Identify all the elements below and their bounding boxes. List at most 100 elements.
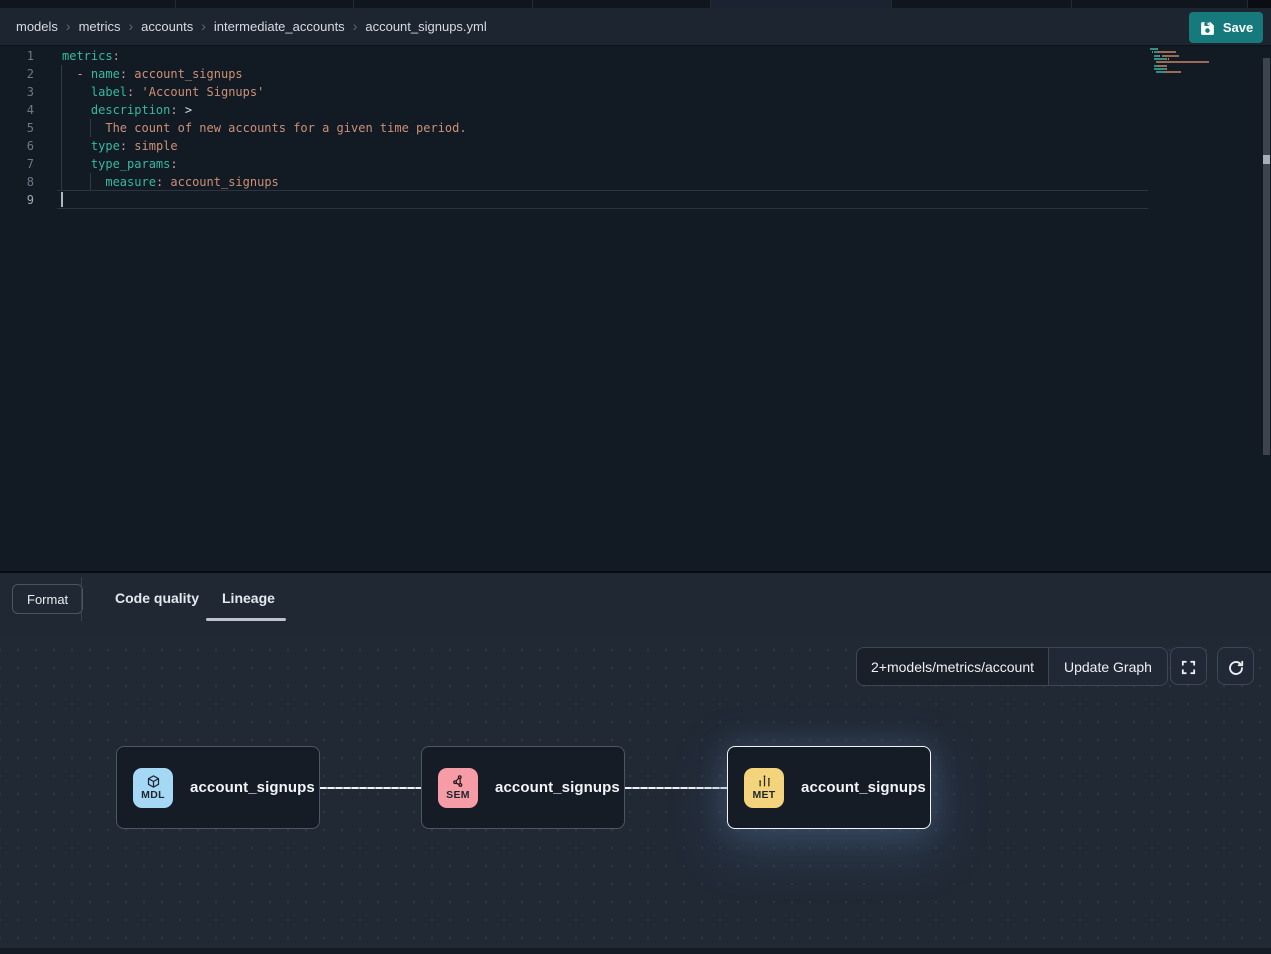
line-number-1: 1 xyxy=(0,47,34,65)
breadcrumb-item-accounts[interactable]: accounts xyxy=(141,19,193,34)
breadcrumb-separator-icon: › xyxy=(66,19,71,33)
code-token: The count of new accounts for a given ti… xyxy=(105,121,466,135)
code-token xyxy=(62,157,91,171)
code-token: > xyxy=(185,103,192,117)
code-token: : xyxy=(120,139,127,153)
current-line-highlight xyxy=(57,190,1148,209)
save-button-label: Save xyxy=(1223,20,1253,35)
indent-guide xyxy=(90,173,91,191)
file-tab-7[interactable] xyxy=(1072,0,1248,8)
code-token xyxy=(84,67,91,81)
code-token: type xyxy=(91,139,120,153)
file-tab-3[interactable] xyxy=(354,0,533,8)
metric-chart-icon xyxy=(757,774,772,789)
editor-scrollbar-thumb[interactable] xyxy=(1263,155,1270,164)
text-cursor xyxy=(61,192,63,207)
line-number-4: 4 xyxy=(0,101,34,119)
breadcrumb-item-models[interactable]: models xyxy=(16,19,58,34)
minimap-line xyxy=(1150,55,1179,57)
fullscreen-icon xyxy=(1180,659,1197,674)
fullscreen-button[interactable] xyxy=(1170,647,1207,685)
indent-guide xyxy=(90,119,91,137)
code-token: : xyxy=(170,103,177,117)
code-line-2[interactable]: - name: account_signups xyxy=(62,65,243,83)
bottom-panel: Format Code quality Lineage Update Graph… xyxy=(0,571,1271,954)
update-graph-button[interactable]: Update Graph xyxy=(1048,647,1168,686)
code-token: name xyxy=(91,67,120,81)
line-number-2: 2 xyxy=(0,65,34,83)
code-line-8[interactable]: measure: account_signups xyxy=(62,173,279,191)
node-label: account_signups xyxy=(801,779,926,796)
code-token xyxy=(62,175,105,189)
line-number-3: 3 xyxy=(0,83,34,101)
badge-label: MET xyxy=(752,789,775,802)
code-token: metrics xyxy=(62,49,113,63)
code-token: : xyxy=(120,67,127,81)
mdl-badge: MDL xyxy=(133,768,173,808)
line-number-5: 5 xyxy=(0,119,34,137)
minimap-line xyxy=(1150,71,1181,73)
line-number-8: 8 xyxy=(0,173,34,191)
code-line-7[interactable]: type_params: xyxy=(62,155,178,173)
save-button[interactable]: Save xyxy=(1189,12,1263,43)
editor-scrollbar[interactable] xyxy=(1263,58,1270,455)
breadcrumb-item-intermediate_accounts[interactable]: intermediate_accounts xyxy=(214,19,345,34)
line-number-9: 9 xyxy=(0,191,34,209)
lineage-node-mdl[interactable]: MDL account_signups xyxy=(116,746,320,829)
code-line-5[interactable]: The count of new accounts for a given ti… xyxy=(62,119,467,137)
tab-code-quality[interactable]: Code quality xyxy=(115,590,199,606)
breadcrumb-separator-icon: › xyxy=(128,19,133,33)
code-token: account_signups xyxy=(163,175,279,189)
breadcrumb-item-metrics[interactable]: metrics xyxy=(79,19,121,34)
code-token xyxy=(62,85,91,99)
app-root: models › metrics › accounts › intermediate_acc… xyxy=(0,0,1271,954)
breadcrumb: models › metrics › accounts › intermediate_acc… xyxy=(16,19,487,34)
file-tab-1[interactable] xyxy=(0,0,176,8)
code-token: measure xyxy=(105,175,156,189)
file-tab-2[interactable] xyxy=(176,0,354,8)
breadcrumb-separator-icon: › xyxy=(201,19,206,33)
lineage-canvas[interactable]: Update Graph MDLaccount_signupsSEMaccoun… xyxy=(0,634,1271,950)
code-line-4[interactable]: description: > xyxy=(62,101,192,119)
tab-lineage[interactable]: Lineage xyxy=(222,590,275,606)
node-label: account_signups xyxy=(190,779,315,796)
code-line-3[interactable]: label: 'Account Signups' xyxy=(62,83,264,101)
file-tab-4[interactable] xyxy=(533,0,711,8)
minimap[interactable] xyxy=(1150,46,1250,166)
file-tabstrip xyxy=(0,0,1271,8)
lineage-edge xyxy=(320,787,421,789)
code-token: : xyxy=(170,157,177,171)
code-token xyxy=(62,139,91,153)
minimap-line xyxy=(1150,68,1167,70)
code-token: description xyxy=(91,103,170,117)
code-token: 'Account Signups' xyxy=(142,85,265,99)
breadcrumb-item-account_signups.yml[interactable]: account_signups.yml xyxy=(365,19,486,34)
lineage-selector-group: Update Graph xyxy=(856,647,1168,686)
code-line-1[interactable]: metrics: xyxy=(62,47,120,65)
file-tab-5[interactable] xyxy=(711,0,892,8)
line-number-6: 6 xyxy=(0,137,34,155)
lineage-node-sem[interactable]: SEMaccount_signups xyxy=(421,746,625,829)
lineage-node-met[interactable]: MET account_signups xyxy=(727,746,931,829)
refresh-button[interactable] xyxy=(1217,647,1254,685)
file-tab-6[interactable] xyxy=(892,0,1072,8)
code-editor[interactable]: 1 metrics: 2 - name: account_signups 3 labe… xyxy=(0,46,1271,571)
code-token xyxy=(178,103,185,117)
lineage-selector-input[interactable] xyxy=(856,647,1048,686)
format-button[interactable]: Format xyxy=(12,584,83,614)
code-token xyxy=(62,121,105,135)
badge-label: MDL xyxy=(141,789,165,802)
line-number-7: 7 xyxy=(0,155,34,173)
breadcrumb-separator-icon: › xyxy=(353,19,358,33)
code-token: : xyxy=(113,49,120,63)
met-badge: MET xyxy=(744,768,784,808)
active-tab-indicator xyxy=(206,618,286,621)
minimap-line xyxy=(1150,58,1169,60)
code-line-6[interactable]: type: simple xyxy=(62,137,178,155)
code-token: label xyxy=(91,85,127,99)
model-cube-icon xyxy=(146,774,161,789)
badge-label: SEM xyxy=(446,789,470,802)
sem-badge: SEM xyxy=(438,768,478,808)
code-token xyxy=(62,67,76,81)
code-token: account_signups xyxy=(127,67,243,81)
